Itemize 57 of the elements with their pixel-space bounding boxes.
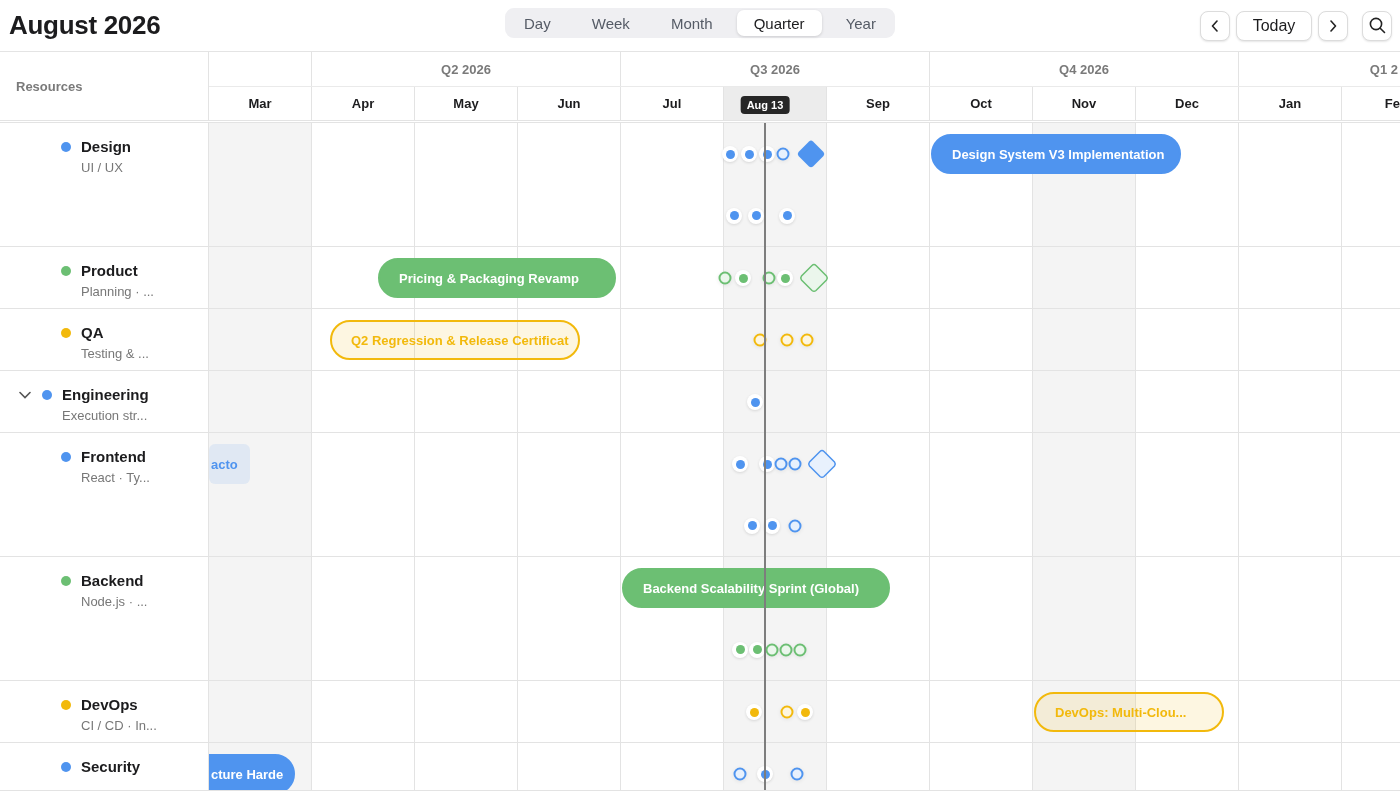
task-bar[interactable]: Backend Scalability Sprint (Global) [622,568,890,608]
column-heading: Resources [16,78,83,94]
milestone-diamond[interactable] [799,263,829,293]
next-button[interactable] [1318,10,1348,41]
resource-subtitle: Execution str... [61,408,149,423]
view-tab[interactable]: Day [507,10,568,36]
today-button[interactable]: Today [1236,10,1312,41]
task-bar[interactable]: Q2 Regression & Release Certificat [330,320,581,360]
month-label: Sep [866,96,890,111]
month-label: Fe [1384,96,1400,111]
chevron-left-icon [1211,19,1219,32]
today-badge: Aug 13 [740,96,790,114]
milestone-dot[interactable] [722,146,738,162]
resource-name: Frontend [81,448,146,465]
month-label: Mar [248,96,272,111]
page-title: August 2026 [9,10,161,41]
resource-name: Backend [81,572,144,589]
quarter-label: Q1 2 [1369,61,1398,77]
quarter-label: Q2 2026 [441,61,491,77]
resource-subtitle: Testing & ... [80,346,150,361]
resource-subtitle: Planning · ... [80,284,155,299]
milestone-diamond[interactable] [796,139,826,169]
month-label: Jul [662,96,682,111]
task-bar[interactable]: Pricing & Packaging Revamp [378,258,616,298]
month-label: Apr [351,96,375,111]
resource-subtitle: React · Ty... [80,470,151,485]
month-label: Jan [1278,96,1302,111]
resource-name: Design [81,138,131,155]
search-icon [1368,17,1386,34]
resource-name: QA [81,324,104,341]
view-tab[interactable]: Quarter [736,10,822,36]
view-tab[interactable]: Month [653,10,730,36]
previous-button[interactable] [1200,10,1230,41]
view-tab[interactable]: Week [574,10,647,36]
task-bar[interactable]: acto [209,444,250,484]
month-label: Nov [1071,96,1097,111]
task-bar[interactable]: cture Harde [209,754,296,790]
resource-subtitle: UI / UX [80,160,124,175]
resource-name: DevOps [81,696,138,713]
quarter-label: Q4 2026 [1059,61,1109,77]
month-label: Oct [970,96,992,111]
resource-name: Security [81,758,141,775]
resource-subtitle: Node.js · ... [80,594,149,609]
milestone-ring[interactable] [718,271,732,285]
chevron-right-icon [1329,19,1337,32]
quarter-label: Q3 2026 [750,61,800,77]
month-label: May [453,96,479,111]
task-bar[interactable]: Design System V3 Implementation [931,134,1181,174]
search-button[interactable] [1362,10,1392,41]
view-tab[interactable]: Year [828,10,893,36]
milestone-diamond[interactable] [807,449,837,479]
resource-name: Engineering [62,386,149,403]
resource-subtitle: CI / CD · In... [80,718,158,733]
month-label: Dec [1175,96,1199,111]
month-label: Jun [557,96,581,111]
resource-name: Product [81,262,138,279]
task-bar[interactable]: DevOps: Multi-Clou... [1034,692,1224,732]
